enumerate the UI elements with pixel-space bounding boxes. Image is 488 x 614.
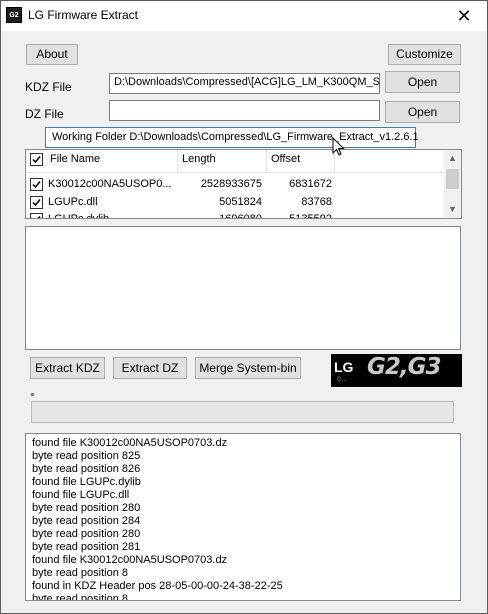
- customize-button[interactable]: Customize: [388, 44, 461, 65]
- list-header: File Name Length Offset: [26, 150, 446, 173]
- list-item[interactable]: K30012c00NA5USOP0... 2528933675 6831672: [26, 174, 444, 194]
- log-line: byte read position 280: [32, 502, 141, 514]
- details-panel: [25, 226, 461, 350]
- log-line: byte read position 8: [32, 567, 129, 579]
- lg-app-icon: G2: [6, 7, 22, 23]
- dz-file-label: DZ File: [25, 107, 64, 121]
- log-line: found in KDZ Header pos 28-05-00-00-24-3…: [32, 580, 283, 592]
- about-button[interactable]: About: [26, 44, 78, 65]
- mouse-cursor-icon: [332, 137, 345, 156]
- header-offset[interactable]: Offset: [267, 150, 335, 172]
- scroll-thumb[interactable]: [446, 169, 459, 189]
- log-line: byte read position 825: [32, 450, 141, 462]
- title-bar: G2 LG Firmware Extract ✕: [1, 1, 487, 31]
- scroll-down-icon[interactable]: ▼: [444, 201, 461, 218]
- row-file-name: LGUPc.dylib: [48, 213, 110, 219]
- log-output[interactable]: found file K30012c00NA5USOP0703.dz byte r…: [25, 433, 461, 601]
- group-marker: [31, 393, 34, 396]
- dz-file-field[interactable]: [109, 100, 380, 121]
- lg-g2-g3-logo: LG G2,G3 G...: [331, 354, 462, 387]
- log-line: found file LGUPc.dylib: [32, 476, 141, 488]
- row-offset: 6831672: [289, 178, 332, 190]
- row-offset: 5135592: [289, 213, 332, 219]
- open-dz-button[interactable]: Open: [385, 101, 460, 123]
- logo-small-text: G...: [337, 377, 347, 383]
- logo-brand: LG: [334, 359, 354, 375]
- progress-bar: [31, 401, 454, 423]
- select-all-checkbox[interactable]: [30, 153, 43, 166]
- open-kdz-button[interactable]: Open: [385, 71, 460, 93]
- header-file-name[interactable]: File Name: [46, 150, 178, 172]
- log-line: byte read position 281: [32, 541, 141, 553]
- working-folder-tooltip: Working Folder D:\Downloads\Compressed\L…: [45, 127, 419, 148]
- log-line: found file K30012c00NA5USOP0703.dz: [32, 554, 228, 566]
- log-line: byte read position 8: [32, 593, 129, 601]
- kdz-file-label: KDZ File: [25, 80, 72, 94]
- log-line: byte read position 284: [32, 515, 141, 527]
- merge-system-bin-button[interactable]: Merge System-bin: [195, 357, 301, 379]
- log-line: byte read position 826: [32, 463, 141, 475]
- row-checkbox[interactable]: [30, 196, 43, 209]
- row-length: 2528933675: [200, 178, 262, 190]
- header-length[interactable]: Length: [178, 150, 267, 172]
- row-file-name: K30012c00NA5USOP0...: [48, 178, 172, 190]
- close-icon[interactable]: ✕: [441, 1, 487, 31]
- list-item[interactable]: LGUPc.dylib 1696080 5135592: [26, 209, 444, 219]
- log-line: found file LGUPc.dll: [32, 489, 130, 501]
- file-list[interactable]: File Name Length Offset K30012c00NA5USOP…: [25, 149, 462, 219]
- main-window: G2 LG Firmware Extract ✕ About Customize…: [0, 0, 488, 614]
- row-checkbox[interactable]: [30, 213, 43, 218]
- log-line: found file K30012c00NA5USOP0703.dz: [32, 437, 228, 449]
- extract-kdz-button[interactable]: Extract KDZ: [30, 357, 105, 379]
- logo-models: G2,G3: [367, 354, 442, 380]
- extract-dz-button[interactable]: Extract DZ: [113, 357, 187, 379]
- log-line: byte read position 280: [32, 528, 141, 540]
- list-scrollbar[interactable]: ▲ ▼: [444, 150, 461, 218]
- row-length: 1696080: [219, 213, 262, 219]
- kdz-file-field[interactable]: D:\Downloads\Compressed\[ACG]LG_LM_K300Q…: [109, 73, 380, 94]
- scroll-up-icon[interactable]: ▲: [444, 150, 461, 167]
- row-checkbox[interactable]: [30, 178, 43, 191]
- window-title: LG Firmware Extract: [28, 8, 139, 22]
